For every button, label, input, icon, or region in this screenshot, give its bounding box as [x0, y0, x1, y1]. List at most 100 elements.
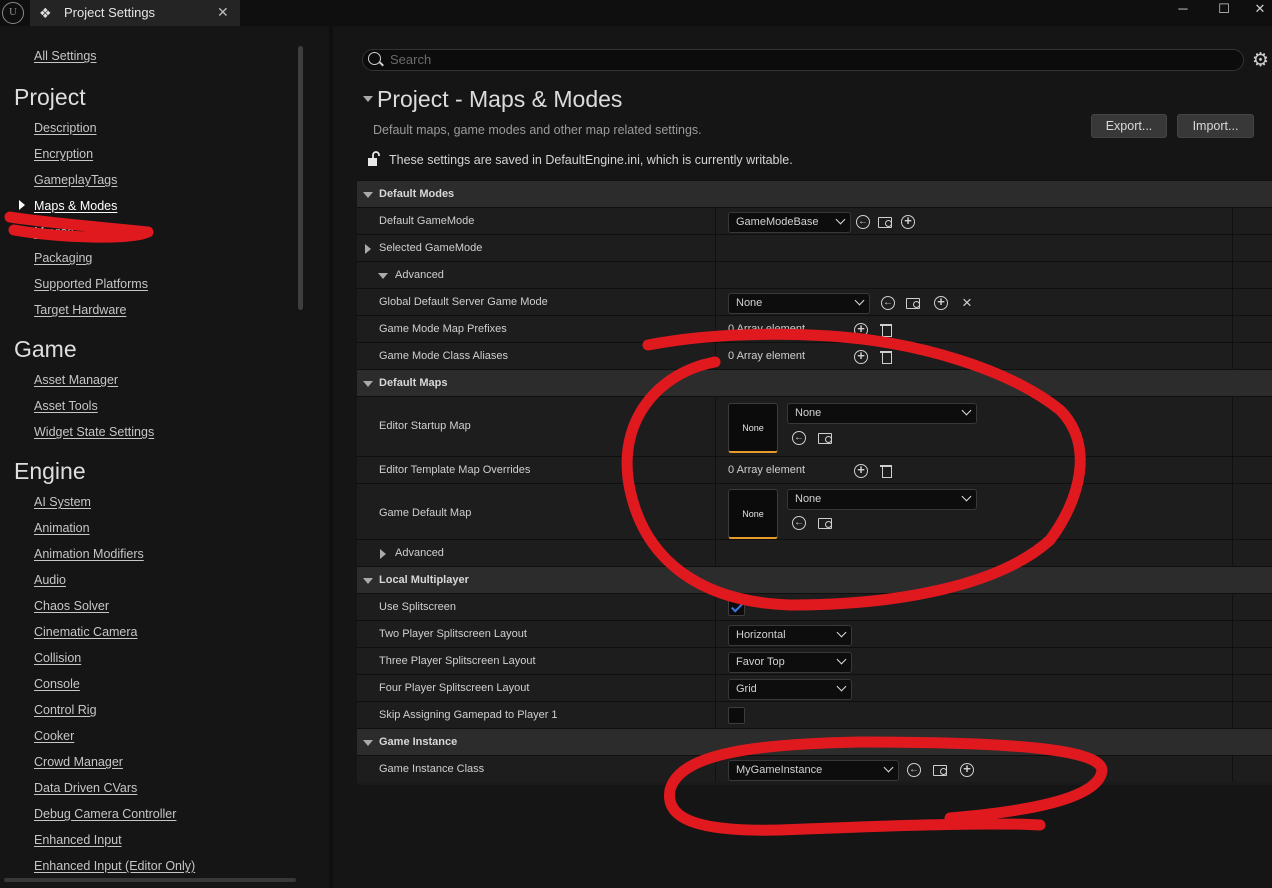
sidebar-item-debug-camera-controller[interactable]: Debug Camera Controller — [34, 807, 176, 821]
maximize-icon[interactable]: ☐ — [1214, 1, 1234, 17]
sidebar-horizontal-scrollbar[interactable] — [4, 878, 296, 882]
property-label: Game Instance Class — [379, 763, 485, 775]
sidebar-item-cinematic-camera[interactable]: Cinematic Camera — [34, 625, 138, 639]
map-thumbnail[interactable]: None — [728, 403, 778, 453]
three-player-layout-combo[interactable]: Favor Top — [728, 652, 852, 673]
sidebar-scrollbar[interactable] — [298, 46, 303, 310]
sidebar-item-crowd-manager[interactable]: Crowd Manager — [34, 755, 123, 769]
add-icon[interactable]: + — [901, 214, 915, 229]
browse-icon[interactable] — [818, 431, 833, 444]
minimize-icon[interactable]: ─ — [1173, 1, 1193, 16]
property-row-global-server-gamemode: Global Default Server Game Mode None ← +… — [357, 288, 1272, 315]
sidebar-item-control-rig[interactable]: Control Rig — [34, 703, 97, 717]
import-button[interactable]: Import... — [1177, 114, 1254, 138]
property-label: Use Splitscreen — [379, 601, 457, 613]
sidebar-item-maps-modes[interactable]: Maps & Modes — [34, 199, 117, 213]
sidebar-item-data-driven-cvars[interactable]: Data Driven CVars — [34, 781, 137, 795]
all-settings-link[interactable]: All Settings — [34, 49, 97, 63]
add-icon[interactable]: + — [934, 295, 948, 310]
category-header-game-instance[interactable]: Game Instance — [357, 728, 1272, 755]
sidebar-item-cooker[interactable]: Cooker — [34, 729, 74, 743]
sidebar-item-animation[interactable]: Animation — [34, 521, 90, 535]
add-element-icon[interactable]: + — [854, 322, 868, 337]
category-title: Default Maps — [379, 377, 448, 389]
property-label: Editor Template Map Overrides — [379, 464, 531, 476]
use-selected-icon[interactable]: ← — [792, 516, 806, 530]
sidebar-item-asset-manager[interactable]: Asset Manager — [34, 373, 118, 387]
sidebar-item-console[interactable]: Console — [34, 677, 80, 691]
section-collapse-icon[interactable] — [363, 96, 373, 102]
search-input[interactable] — [362, 49, 1244, 71]
two-player-layout-combo[interactable]: Horizontal — [728, 625, 852, 646]
property-row-selected-gamemode[interactable]: Selected GameMode — [357, 234, 1272, 261]
use-selected-icon[interactable]: ← — [881, 296, 895, 310]
sidebar-item-supported-platforms[interactable]: Supported Platforms — [34, 277, 148, 291]
map-thumbnail[interactable]: None — [728, 489, 778, 539]
game-default-map-combo[interactable]: None — [787, 489, 977, 510]
sidebar-item-collision[interactable]: Collision — [34, 651, 81, 665]
collapse-icon — [363, 381, 373, 387]
property-label: Game Default Map — [379, 507, 472, 519]
combo-value: Grid — [736, 683, 757, 695]
use-selected-icon[interactable]: ← — [792, 431, 806, 445]
property-label: Four Player Splitscreen Layout — [379, 682, 530, 694]
trash-icon[interactable] — [880, 464, 892, 478]
add-element-icon[interactable]: + — [854, 463, 868, 478]
advanced-group-modes[interactable]: Advanced — [357, 261, 1272, 288]
sidebar-item-audio[interactable]: Audio — [34, 573, 66, 587]
category-header-local-multiplayer[interactable]: Local Multiplayer — [357, 566, 1272, 593]
array-count: 0 Array element — [728, 323, 806, 335]
property-label: Two Player Splitscreen Layout — [379, 628, 527, 640]
clear-icon[interactable]: × — [960, 294, 974, 311]
combo-value: None — [736, 297, 763, 309]
tab-project-settings[interactable]: ❖ Project Settings ✕ — [30, 0, 240, 26]
use-selected-icon[interactable]: ← — [907, 763, 921, 777]
category-engine: Engine — [14, 458, 86, 484]
array-count: 0 Array element — [728, 464, 806, 476]
sidebar-item-widget-state-settings[interactable]: Widget State Settings — [34, 425, 154, 439]
chevron-down-icon — [836, 654, 847, 665]
browse-icon[interactable] — [933, 763, 948, 776]
default-gamemode-combo[interactable]: GameModeBase — [728, 212, 851, 233]
browse-icon[interactable] — [818, 516, 833, 529]
editor-startup-map-combo[interactable]: None — [787, 403, 977, 424]
browse-icon[interactable] — [878, 215, 893, 228]
use-splitscreen-checkbox[interactable] — [728, 599, 745, 616]
search-icon — [368, 52, 381, 65]
global-server-gamemode-combo[interactable]: None — [728, 293, 870, 314]
sidebar-item-chaos-solver[interactable]: Chaos Solver — [34, 599, 109, 613]
sidebar-item-gameplaytags[interactable]: GameplayTags — [34, 173, 117, 187]
trash-icon[interactable] — [880, 323, 892, 337]
sidebar-item-ai-system[interactable]: AI System — [34, 495, 91, 509]
section-description: Default maps, game modes and other map r… — [373, 123, 702, 137]
close-tab-icon[interactable]: ✕ — [217, 4, 229, 21]
close-window-icon[interactable]: ✕ — [1250, 1, 1270, 17]
property-row-game-default-map: Game Default Map None None ← — [357, 483, 1272, 543]
sidebar-item-enhanced-input-editor[interactable]: Enhanced Input (Editor Only) — [34, 859, 195, 873]
add-icon[interactable]: + — [960, 762, 974, 777]
game-instance-class-combo[interactable]: MyGameInstance — [728, 760, 899, 781]
sidebar-item-enhanced-input[interactable]: Enhanced Input — [34, 833, 122, 847]
selected-item-arrow-icon — [19, 200, 25, 210]
add-element-icon[interactable]: + — [854, 349, 868, 364]
skip-gamepad-checkbox[interactable] — [728, 707, 745, 724]
sidebar-item-packaging[interactable]: Packaging — [34, 251, 92, 265]
category-header-default-maps[interactable]: Default Maps — [357, 369, 1272, 396]
advanced-group-maps[interactable]: Advanced — [357, 539, 1272, 566]
combo-value: None — [795, 407, 822, 419]
category-header-default-modes[interactable]: Default Modes — [357, 180, 1272, 207]
sidebar-item-movies[interactable]: Movies — [34, 225, 74, 239]
trash-icon[interactable] — [880, 350, 892, 364]
browse-icon[interactable] — [906, 296, 921, 309]
use-selected-icon[interactable]: ← — [856, 215, 870, 229]
sidebar-item-encryption[interactable]: Encryption — [34, 147, 93, 161]
four-player-layout-combo[interactable]: Grid — [728, 679, 852, 700]
sidebar-item-target-hardware[interactable]: Target Hardware — [34, 303, 126, 317]
collapse-icon — [363, 192, 373, 198]
property-label: Three Player Splitscreen Layout — [379, 655, 536, 667]
export-button[interactable]: Export... — [1091, 114, 1167, 138]
sidebar-item-asset-tools[interactable]: Asset Tools — [34, 399, 98, 413]
gear-icon[interactable]: ⚙ — [1252, 49, 1269, 72]
sidebar-item-description[interactable]: Description — [34, 121, 97, 135]
sidebar-item-animation-modifiers[interactable]: Animation Modifiers — [34, 547, 144, 561]
